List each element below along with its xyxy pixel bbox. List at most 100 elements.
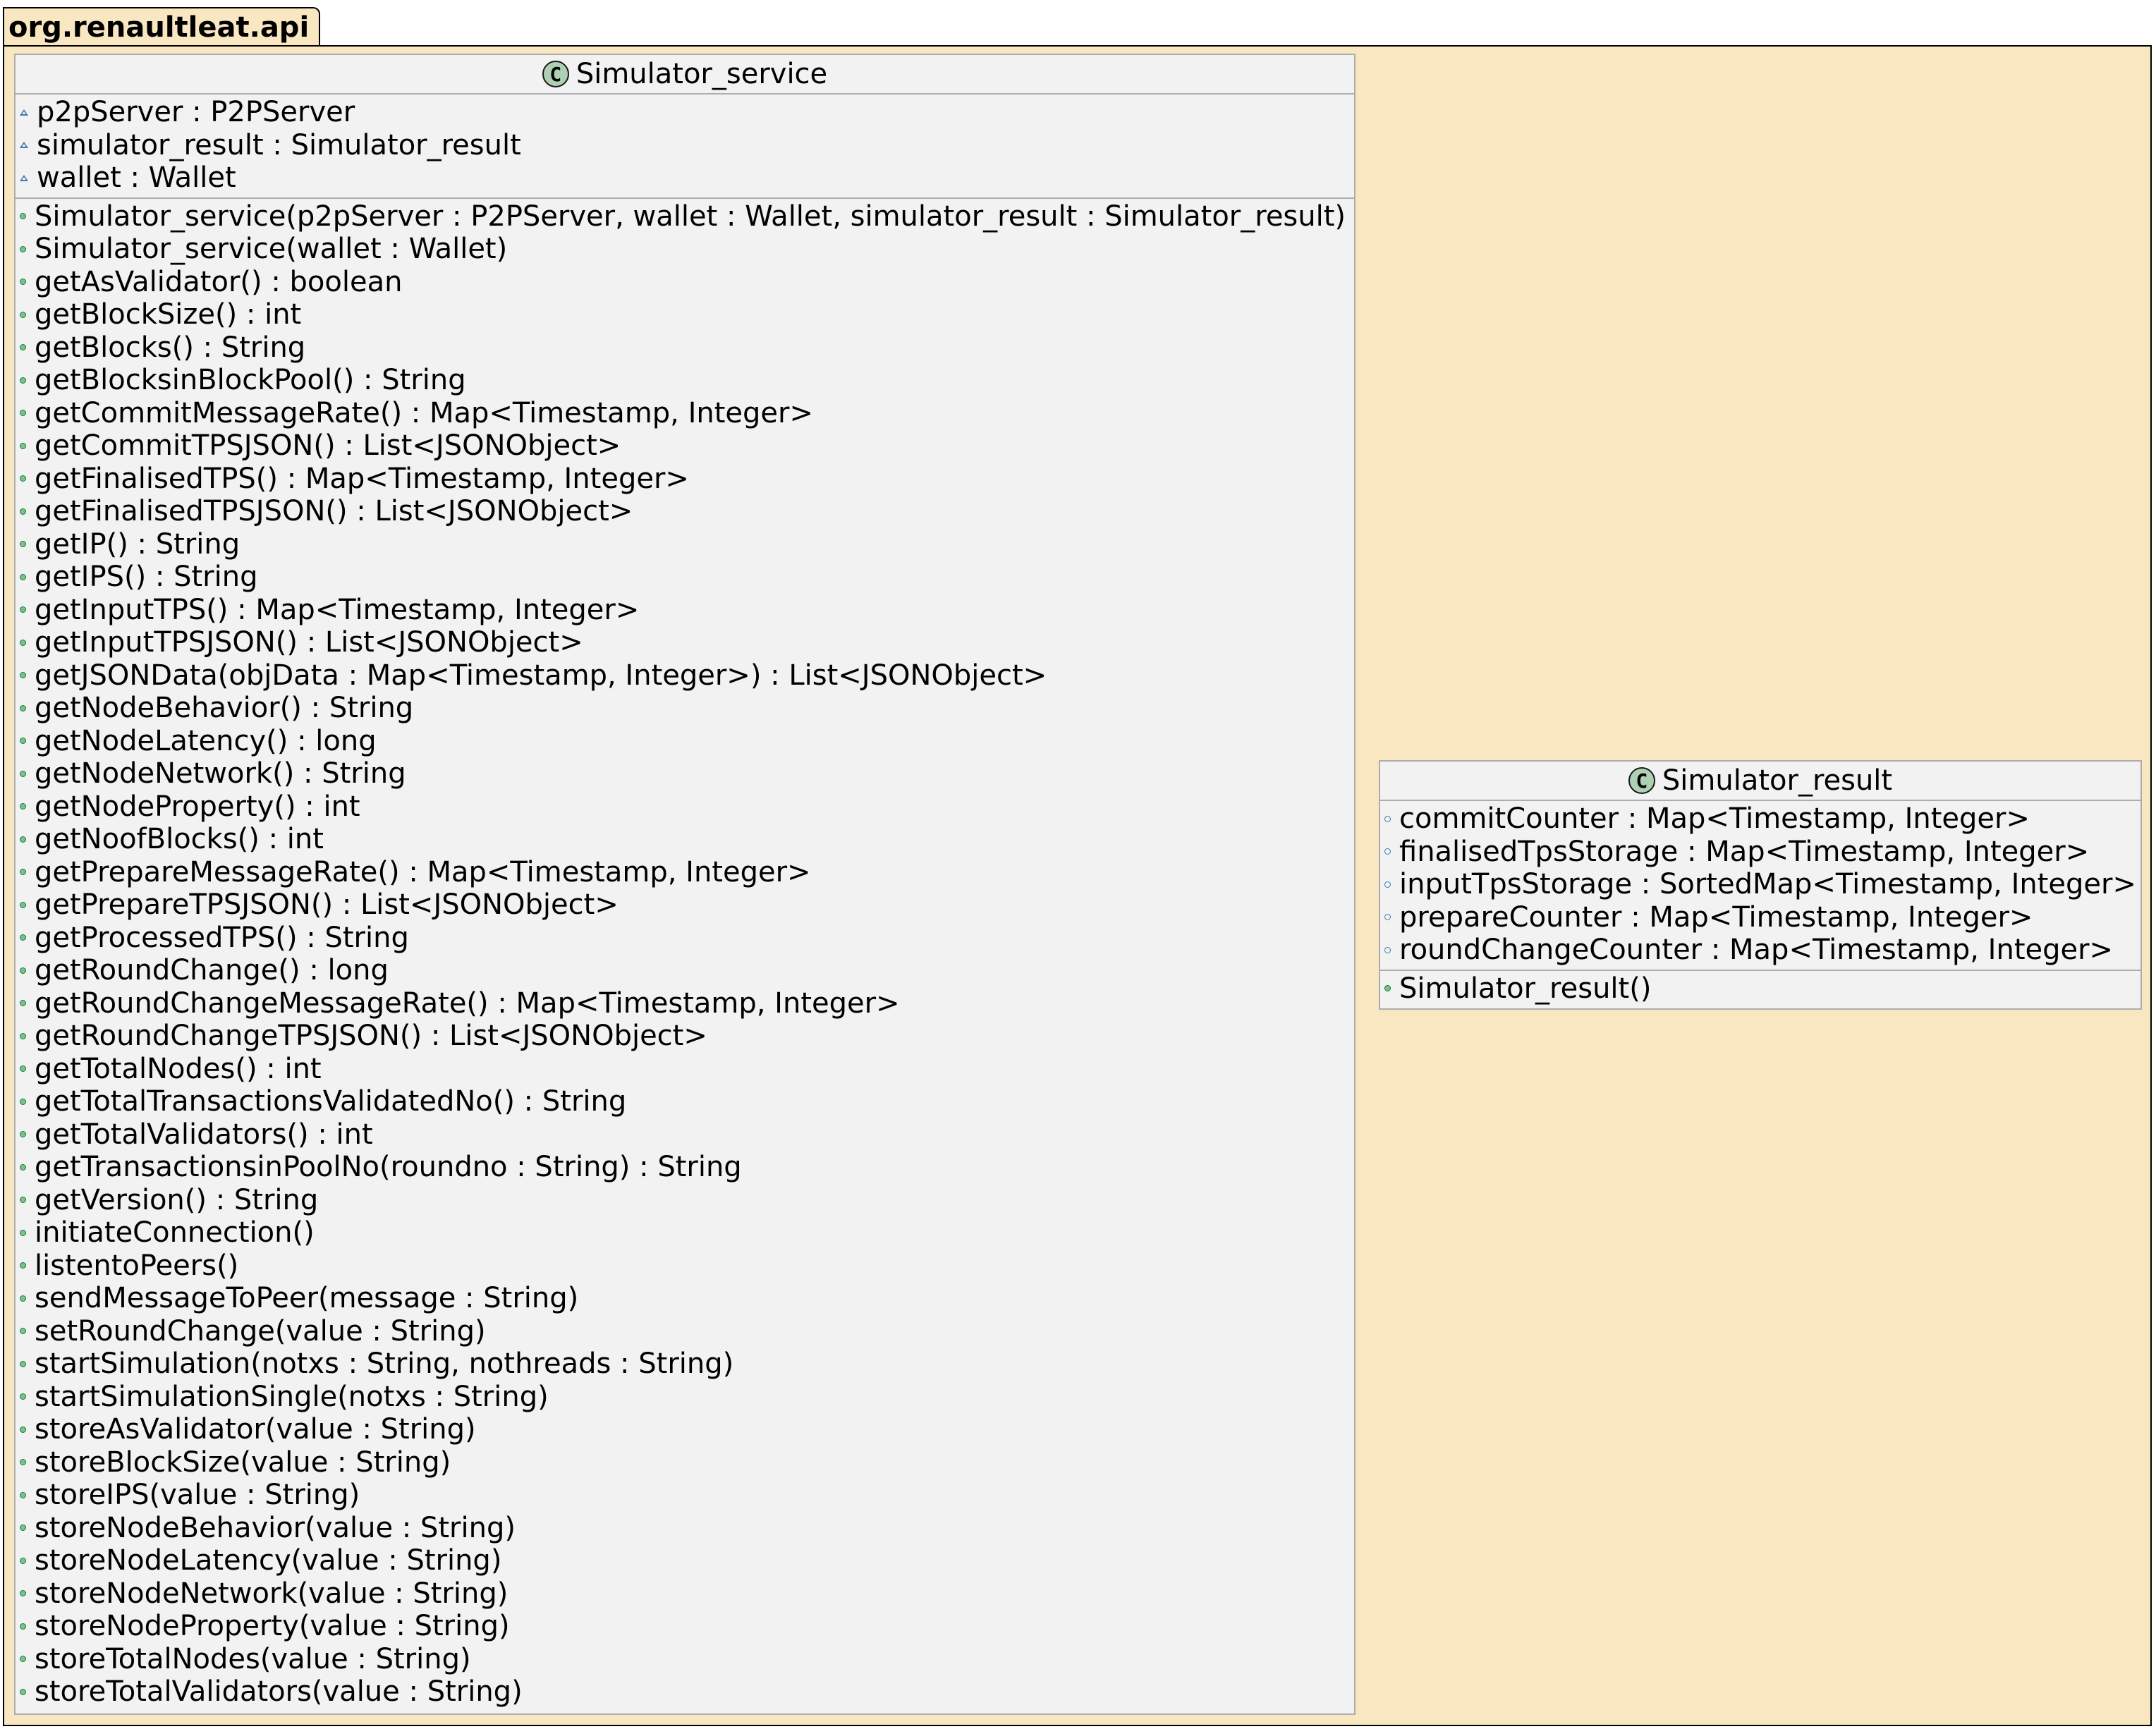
package-visibility-icon bbox=[1384, 946, 1391, 953]
methods-compartment: Simulator_service(p2pServer : P2PServer,… bbox=[16, 199, 1354, 1711]
class-simulator-service[interactable]: C Simulator_service p2pServer : P2PServe… bbox=[14, 54, 1356, 1715]
method-item: getIPS() : String bbox=[16, 561, 1354, 594]
method-item-text: getProcessedTPS() : String bbox=[35, 921, 409, 954]
method-item: getNodeLatency() : long bbox=[16, 725, 1354, 758]
method-item-text: getRoundChange() : long bbox=[35, 954, 389, 986]
method-item-text: getNodeNetwork() : String bbox=[35, 757, 406, 790]
public-visibility-icon bbox=[20, 475, 26, 482]
public-visibility-icon bbox=[20, 1262, 26, 1269]
attribute-item-text: finalisedTpsStorage : Map<Timestamp, Int… bbox=[1399, 835, 2090, 868]
package-name: org.renaultleat.api bbox=[8, 11, 310, 44]
package-visibility-icon bbox=[1384, 881, 1391, 888]
method-item: getInputTPS() : Map<Timestamp, Integer> bbox=[16, 594, 1354, 627]
public-visibility-icon bbox=[20, 279, 26, 286]
class-header: C Simulator_result bbox=[1380, 762, 2140, 801]
method-item-text: getFinalisedTPS() : Map<Timestamp, Integ… bbox=[35, 462, 689, 495]
method-item: getAsValidator() : boolean bbox=[16, 266, 1354, 299]
method-item-text: getJSONData(objData : Map<Timestamp, Int… bbox=[35, 659, 1047, 692]
method-item-text: getTransactionsinPoolNo(roundno : String… bbox=[35, 1151, 742, 1183]
attribute-item: p2pServer : P2PServer bbox=[16, 96, 1354, 129]
public-visibility-icon bbox=[20, 1131, 26, 1138]
method-item: getTotalTransactionsValidatedNo() : Stri… bbox=[16, 1085, 1354, 1118]
public-visibility-icon bbox=[20, 1393, 26, 1400]
public-visibility-icon bbox=[20, 967, 26, 974]
public-visibility-icon bbox=[20, 1459, 26, 1466]
method-item-text: Simulator_result() bbox=[1399, 972, 1652, 1005]
method-item: getRoundChange() : long bbox=[16, 954, 1354, 987]
method-item: getNodeProperty() : int bbox=[16, 790, 1354, 824]
public-visibility-icon bbox=[20, 1000, 26, 1007]
package-visibility-icon bbox=[1384, 848, 1391, 855]
class-header: C Simulator_service bbox=[16, 55, 1354, 94]
method-item: getFinalisedTPS() : Map<Timestamp, Integ… bbox=[16, 463, 1354, 496]
methods-compartment: Simulator_result() bbox=[1380, 971, 2140, 1008]
method-item: getNoofBlocks() : int bbox=[16, 823, 1354, 856]
class-simulator-result[interactable]: C Simulator_result commitCounter : Map<T… bbox=[1379, 760, 2142, 1010]
attribute-item-text: simulator_result : Simulator_result bbox=[37, 128, 521, 161]
public-visibility-icon bbox=[20, 1328, 26, 1335]
method-item-text: sendMessageToPeer(message : String) bbox=[35, 1282, 579, 1314]
public-visibility-icon bbox=[20, 836, 26, 843]
method-item-text: getTotalTransactionsValidatedNo() : Stri… bbox=[35, 1085, 627, 1118]
public-visibility-icon bbox=[20, 245, 26, 252]
public-visibility-icon bbox=[20, 1590, 26, 1597]
attribute-item: roundChangeCounter : Map<Timestamp, Inte… bbox=[1380, 934, 2140, 967]
attributes-compartment: commitCounter : Map<Timestamp, Integer> f… bbox=[1380, 801, 2140, 971]
method-item-text: getInputTPSJSON() : List<JSONObject> bbox=[35, 626, 583, 659]
public-visibility-icon bbox=[20, 1656, 26, 1663]
method-item: Simulator_result() bbox=[1380, 972, 2140, 1006]
method-item-text: getVersion() : String bbox=[35, 1183, 319, 1216]
public-visibility-icon bbox=[20, 1295, 26, 1302]
public-visibility-icon bbox=[20, 541, 26, 548]
attribute-item: finalisedTpsStorage : Map<Timestamp, Int… bbox=[1380, 836, 2140, 869]
attribute-item-text: inputTpsStorage : SortedMap<Timestamp, I… bbox=[1399, 868, 2136, 900]
method-item-text: storeTotalNodes(value : String) bbox=[35, 1642, 471, 1675]
method-item: storeAsValidator(value : String) bbox=[16, 1413, 1354, 1446]
attribute-item: commitCounter : Map<Timestamp, Integer> bbox=[1380, 802, 2140, 836]
class-c-icon: C bbox=[542, 61, 569, 87]
method-item: getIP() : String bbox=[16, 528, 1354, 561]
method-item-text: storeTotalValidators(value : String) bbox=[35, 1675, 523, 1708]
public-visibility-icon bbox=[20, 606, 26, 613]
method-item-text: storeNodeLatency(value : String) bbox=[35, 1544, 502, 1577]
method-item-text: Simulator_service(p2pServer : P2PServer,… bbox=[35, 200, 1346, 233]
public-visibility-icon bbox=[20, 639, 26, 646]
public-visibility-icon bbox=[20, 1525, 26, 1532]
method-item: getBlocksinBlockPool() : String bbox=[16, 364, 1354, 397]
method-item-text: setRoundChange(value : String) bbox=[35, 1314, 486, 1348]
method-item: getTransactionsinPoolNo(roundno : String… bbox=[16, 1151, 1354, 1184]
method-item: getVersion() : String bbox=[16, 1184, 1354, 1217]
method-item-text: getNodeLatency() : long bbox=[35, 724, 377, 757]
attribute-item-text: p2pServer : P2PServer bbox=[37, 96, 355, 128]
public-visibility-icon bbox=[20, 1032, 26, 1039]
method-item: storeIPS(value : String) bbox=[16, 1479, 1354, 1512]
public-visibility-icon bbox=[20, 901, 26, 908]
method-item: storeTotalValidators(value : String) bbox=[16, 1675, 1354, 1709]
package-visibility-icon bbox=[20, 142, 28, 149]
attribute-item: prepareCounter : Map<Timestamp, Integer> bbox=[1380, 901, 2140, 934]
method-item: storeNodeBehavior(value : String) bbox=[16, 1512, 1354, 1545]
public-visibility-icon bbox=[20, 1197, 26, 1204]
method-item: storeBlockSize(value : String) bbox=[16, 1446, 1354, 1479]
method-item-text: getCommitMessageRate() : Map<Timestamp, … bbox=[35, 396, 814, 429]
public-visibility-icon bbox=[20, 410, 26, 417]
method-item-text: storeBlockSize(value : String) bbox=[35, 1446, 451, 1479]
method-item: getFinalisedTPSJSON() : List<JSONObject> bbox=[16, 495, 1354, 528]
public-visibility-icon bbox=[20, 1491, 26, 1498]
method-item: getPrepareMessageRate() : Map<Timestamp,… bbox=[16, 856, 1354, 889]
package-visibility-icon bbox=[1384, 914, 1391, 921]
method-item-text: Simulator_service(wallet : Wallet) bbox=[35, 233, 508, 265]
method-item: getTotalValidators() : int bbox=[16, 1118, 1354, 1151]
method-item-text: getInputTPS() : Map<Timestamp, Integer> bbox=[35, 593, 640, 626]
method-item-text: storeNodeNetwork(value : String) bbox=[35, 1577, 508, 1610]
method-item-text: getRoundChangeMessageRate() : Map<Timest… bbox=[35, 986, 900, 1020]
public-visibility-icon bbox=[20, 869, 26, 876]
method-item-text: getNoofBlocks() : int bbox=[35, 823, 324, 855]
public-visibility-icon bbox=[20, 704, 26, 711]
public-visibility-icon bbox=[20, 803, 26, 810]
attribute-item-text: roundChangeCounter : Map<Timestamp, Inte… bbox=[1399, 934, 2114, 966]
method-item-text: getFinalisedTPSJSON() : List<JSONObject> bbox=[35, 495, 633, 527]
public-visibility-icon bbox=[20, 1688, 26, 1695]
method-item-text: storeNodeBehavior(value : String) bbox=[35, 1511, 516, 1544]
attribute-item-text: prepareCounter : Map<Timestamp, Integer> bbox=[1399, 900, 2033, 934]
